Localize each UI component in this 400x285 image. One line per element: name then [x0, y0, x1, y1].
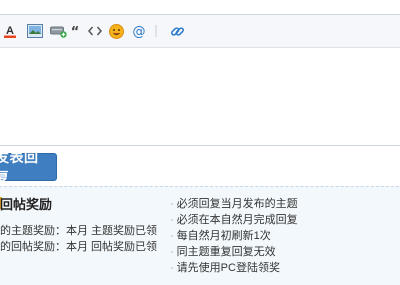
- editor-toolbar: A “ @: [0, 15, 400, 48]
- reward-title: 回帖奖励: [0, 197, 53, 212]
- svg-text:“: “: [71, 25, 80, 37]
- svg-text:A: A: [6, 25, 14, 37]
- reply-submit-button[interactable]: 发表回复: [0, 149, 57, 185]
- reply-reward-status: 的回帖奖励：本月 回帖奖励已领: [0, 241, 158, 253]
- image-icon[interactable]: [26, 23, 44, 39]
- quote-icon[interactable]: “: [68, 23, 82, 39]
- reward-rule: · 同主题重复回复无效: [170, 246, 276, 258]
- reward-rule: · 必须回复当月发布的主题: [170, 198, 298, 210]
- topic-reward-status: 的主题奖励：本月 主题奖励已领: [0, 225, 158, 237]
- reply-editor: A “ @: [0, 14, 400, 146]
- reward-rule: · 每自然月初刷新1次: [170, 230, 271, 242]
- emoji-icon[interactable]: [108, 23, 124, 39]
- attachment-icon[interactable]: [49, 23, 67, 39]
- link-icon[interactable]: [169, 23, 185, 39]
- svg-text:@: @: [133, 25, 146, 39]
- mention-icon[interactable]: @: [131, 23, 147, 39]
- reward-rule: · 必须在本自然月完成回复: [170, 214, 298, 226]
- toolbar-divider: [155, 23, 157, 39]
- reply-textarea[interactable]: [0, 48, 400, 145]
- code-icon[interactable]: [87, 23, 103, 39]
- font-color-icon[interactable]: A: [1, 23, 19, 39]
- reward-rule: · 请先使用PC登陆领奖: [170, 262, 280, 274]
